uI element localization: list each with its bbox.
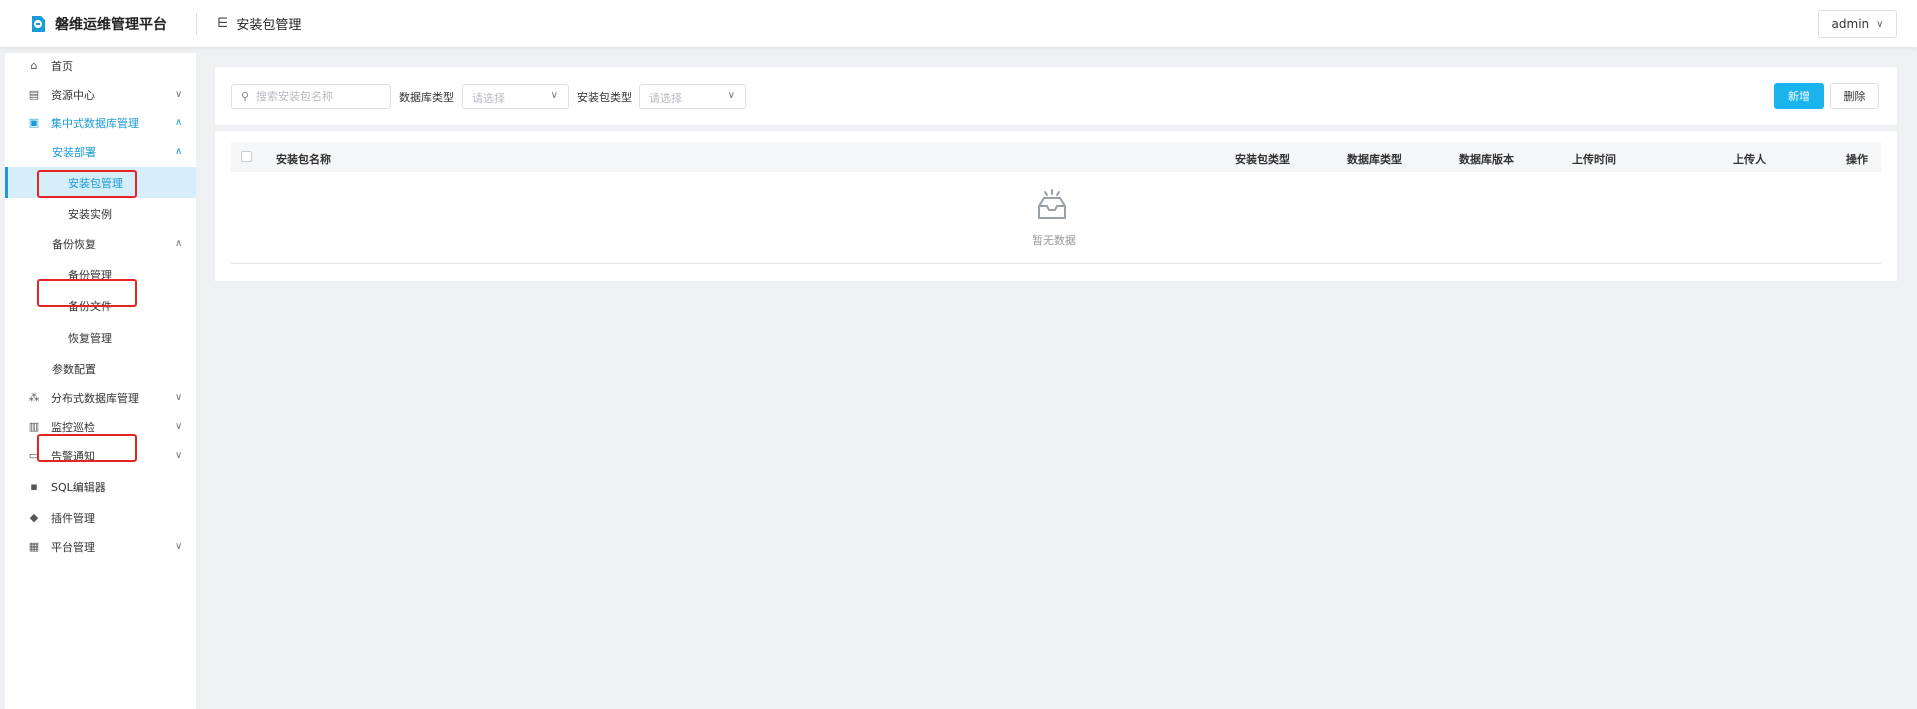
highlight-box-install-deploy <box>37 170 137 198</box>
breadcrumb: ⋿ 安装包管理 <box>217 14 301 33</box>
home-icon: ⌂ <box>30 59 38 72</box>
sidebar-item-monitoring[interactable]: ▥ 监控巡检 ∨ <box>5 418 196 435</box>
sidebar-item-label: 资源中心 <box>51 88 95 102</box>
sidebar-item-label: 安装实例 <box>68 207 112 221</box>
sidebar-item-backup-restore[interactable]: 备份恢复 ∧ <box>5 235 196 252</box>
sidebar-item-distributed-db[interactable]: ⁂ 分布式数据库管理 ∨ <box>5 389 196 406</box>
header-divider <box>196 12 197 35</box>
chevron-down-icon: ∨ <box>175 541 183 552</box>
sidebar-item-parameter-config[interactable]: 参数配置 <box>5 360 196 377</box>
empty-inbox-icon <box>1038 189 1066 219</box>
app-title: 磐维运维管理平台 <box>55 16 167 33</box>
platform-icon: ▦ <box>28 540 40 553</box>
db-type-label: 数据库类型 <box>399 91 454 104</box>
table-header: 安装包名称 安装包类型 数据库类型 数据库版本 上传时间 上传人 操作 <box>231 142 1881 172</box>
package-type-placeholder: 请选择 <box>649 92 682 105</box>
chevron-down-icon: ∨ <box>175 421 183 432</box>
column-header: 上传时间 <box>1572 153 1616 166</box>
sidebar-item-label: 监控巡检 <box>51 420 95 434</box>
chevron-up-icon: ∧ <box>175 238 183 249</box>
search-icon: ⚲ <box>241 90 250 103</box>
sidebar-item-label: 首页 <box>51 59 73 73</box>
chart-icon: ▥ <box>28 420 40 433</box>
plugin-icon: ◆ <box>29 511 39 524</box>
sidebar-item-label: 分布式数据库管理 <box>51 391 139 405</box>
select-all-checkbox[interactable] <box>241 151 252 162</box>
column-header: 数据库类型 <box>1347 153 1402 166</box>
sidebar-item-label: 安装部署 <box>52 145 96 159</box>
package-table: 安装包名称 安装包类型 数据库类型 数据库版本 上传时间 上传人 操作 暂无数据 <box>215 131 1897 281</box>
sidebar-item-plugins[interactable]: ◆ 插件管理 <box>5 509 196 526</box>
sidebar-item-sql-editor[interactable]: ▪ SQL编辑器 <box>5 478 196 495</box>
sidebar-item-label: 参数配置 <box>52 362 96 376</box>
top-header: 磐维运维管理平台 ⋿ 安装包管理 admin ∨ <box>0 0 1917 47</box>
terminal-icon: ▪ <box>30 480 38 493</box>
user-menu-button[interactable]: admin ∨ <box>1818 10 1897 38</box>
chevron-down-icon: ∨ <box>175 392 183 403</box>
package-type-select[interactable]: 请选择 ∨ <box>639 84 746 109</box>
empty-state-text: 暂无数据 <box>1032 234 1076 247</box>
app-logo[interactable]: 磐维运维管理平台 <box>0 0 196 47</box>
delete-button[interactable]: 删除 <box>1830 83 1879 109</box>
highlight-box-parameter-config <box>37 434 137 462</box>
search-input[interactable] <box>256 86 386 107</box>
chevron-down-icon: ∨ <box>175 450 183 461</box>
db-type-select[interactable]: 请选择 ∨ <box>462 84 569 109</box>
database-icon: ▣ <box>28 116 40 129</box>
column-header: 安装包名称 <box>276 153 331 166</box>
package-type-label: 安装包类型 <box>577 91 632 104</box>
sidebar-item-label: 平台管理 <box>51 540 95 554</box>
cluster-icon: ⁂ <box>28 391 40 404</box>
chevron-down-icon: ∨ <box>175 89 183 100</box>
chevron-down-icon: ∨ <box>1876 18 1884 30</box>
filter-toolbar: ⚲ 数据库类型 请选择 ∨ 安装包类型 请选择 ∨ 新增 删除 <box>215 67 1897 125</box>
sidebar-item-resource-center[interactable]: ▤ 资源中心 ∨ <box>5 86 196 103</box>
sidebar-item-restore-management[interactable]: 恢复管理 <box>5 329 196 346</box>
username: admin <box>1831 17 1870 31</box>
column-header: 操作 <box>1846 153 1868 166</box>
column-header: 数据库版本 <box>1459 153 1514 166</box>
menu-fold-icon[interactable]: ⋿ <box>217 16 228 31</box>
search-box[interactable]: ⚲ <box>231 84 391 109</box>
sidebar-item-centralized-db[interactable]: ▣ 集中式数据库管理 ∧ <box>5 114 196 131</box>
sidebar: ⌂ 首页 ▤ 资源中心 ∨ ▣ 集中式数据库管理 ∧ 安装部署 ∧ 安装包管理 … <box>5 53 196 709</box>
sidebar-item-home[interactable]: ⌂ 首页 <box>5 57 196 74</box>
db-type-placeholder: 请选择 <box>472 92 505 105</box>
table-divider <box>231 263 1881 264</box>
chevron-down-icon: ∨ <box>550 90 558 101</box>
column-header: 上传人 <box>1733 153 1766 166</box>
sidebar-item-label: SQL编辑器 <box>51 480 106 494</box>
sidebar-item-label: 恢复管理 <box>68 331 112 345</box>
sidebar-item-label: 备份恢复 <box>52 237 96 251</box>
sidebar-item-install-instance[interactable]: 安装实例 <box>5 205 196 222</box>
add-button[interactable]: 新增 <box>1774 83 1824 109</box>
sidebar-item-platform[interactable]: ▦ 平台管理 ∨ <box>5 538 196 555</box>
sidebar-item-install-deploy[interactable]: 安装部署 ∧ <box>5 143 196 160</box>
chevron-down-icon: ∨ <box>727 90 735 101</box>
breadcrumb-current: 安装包管理 <box>236 18 302 33</box>
server-icon: ▤ <box>28 88 40 101</box>
logo-icon <box>32 15 45 32</box>
highlight-box-backup-restore <box>37 279 137 307</box>
sidebar-item-label: 集中式数据库管理 <box>51 116 139 130</box>
chevron-up-icon: ∧ <box>175 146 183 157</box>
chevron-up-icon: ∧ <box>175 117 183 128</box>
column-header: 安装包类型 <box>1235 153 1290 166</box>
sidebar-item-label: 插件管理 <box>51 511 95 525</box>
